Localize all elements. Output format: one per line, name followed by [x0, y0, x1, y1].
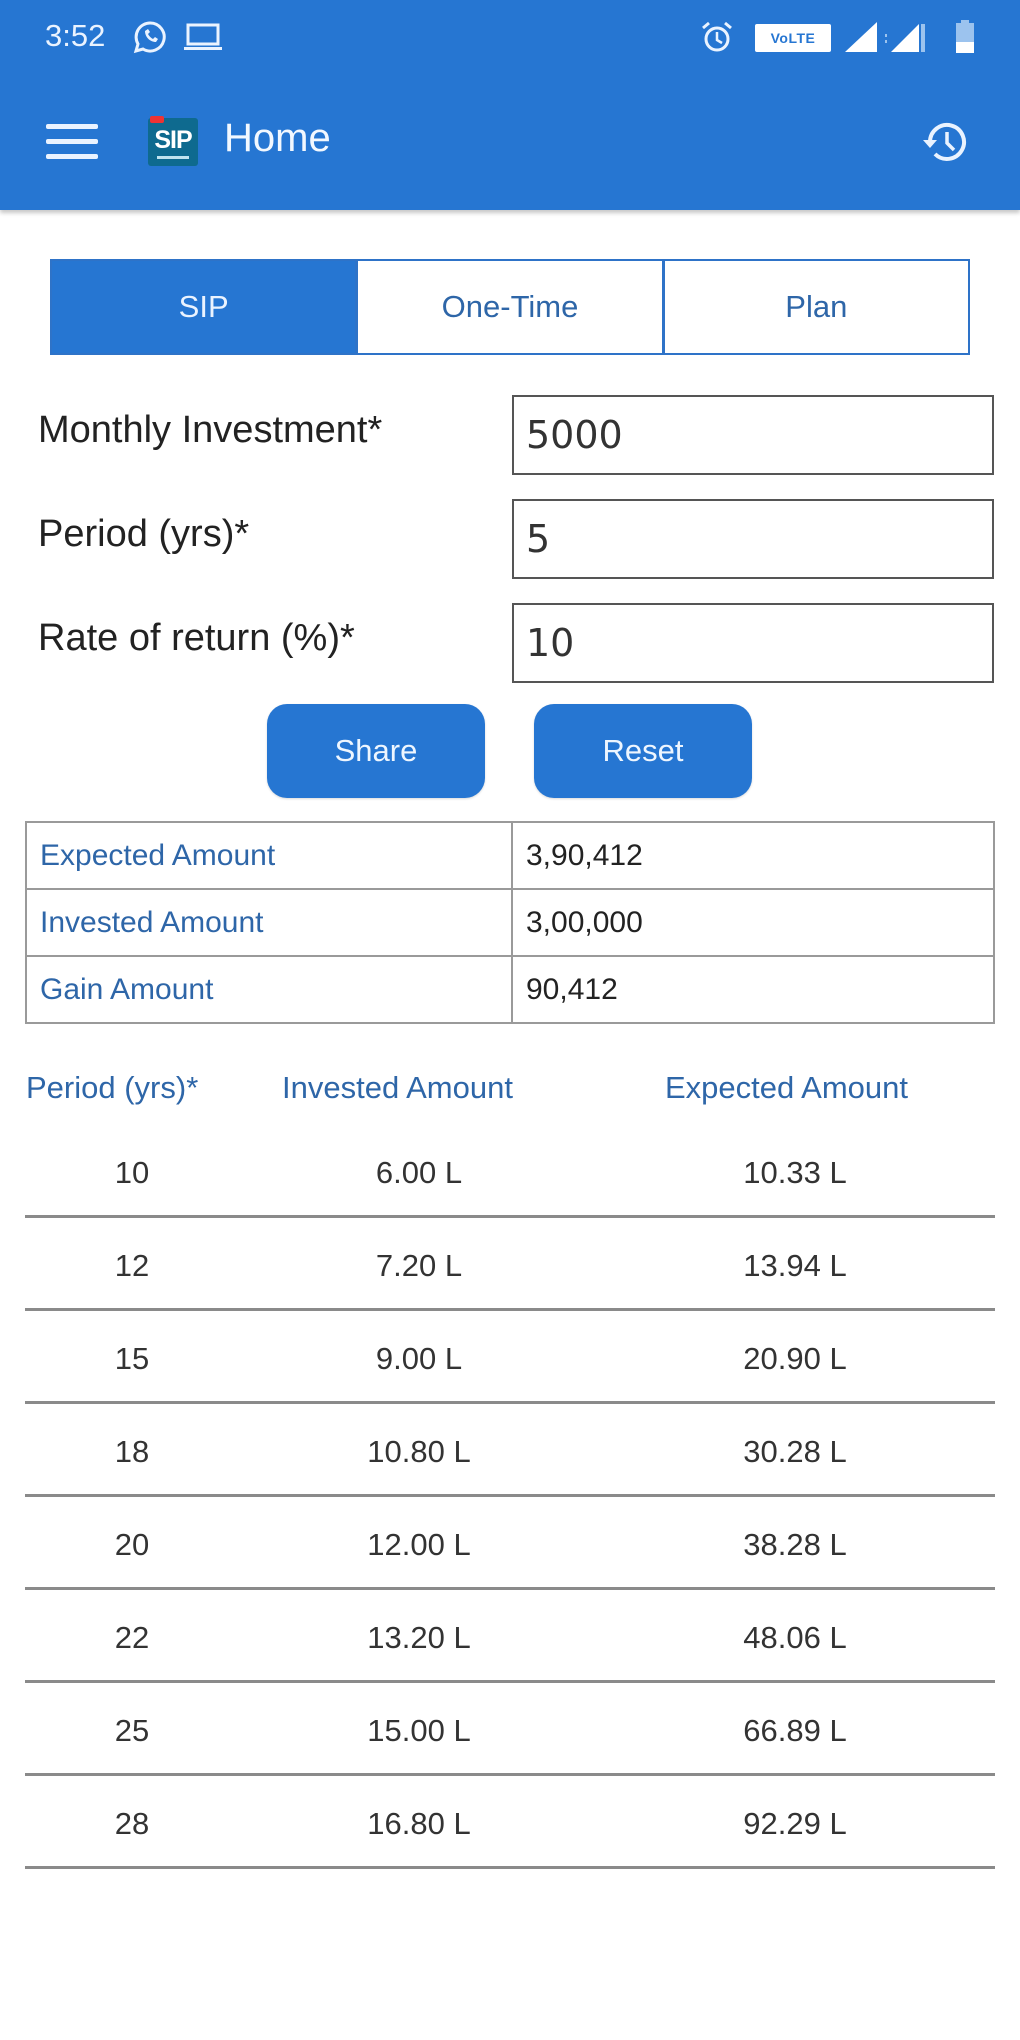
- summary-row-expected: Expected Amount 3,90,412: [25, 821, 995, 890]
- monthly-investment-row: Monthly Investment*: [38, 395, 998, 475]
- table-row: 20 12.00 L 38.28 L: [25, 1497, 995, 1590]
- expected-cell: 66.89 L: [743, 1713, 847, 1748]
- invested-cell: 10.80 L: [367, 1434, 471, 1469]
- tab-one-time[interactable]: One-Time: [355, 261, 662, 353]
- whatsapp-icon: [133, 21, 166, 54]
- clipped-table-row: [25, 1900, 995, 1922]
- status-bar: 3:52 VoLTE: [0, 0, 1020, 76]
- volte-badge: VoLTE: [755, 24, 831, 52]
- period-cell: 22: [114, 1620, 150, 1655]
- invested-cell: 9.00 L: [375, 1341, 463, 1376]
- period-input[interactable]: [512, 499, 994, 579]
- expected-cell: 20.90 L: [743, 1341, 847, 1376]
- alarm-icon: [702, 21, 732, 52]
- rate-row: Rate of return (%)*: [38, 603, 998, 683]
- projection-table: 10 6.00 L 10.33 L 12 7.20 L 13.94 L 15 9.00 L 20…: [25, 1125, 995, 1869]
- period-cell: 15: [114, 1341, 150, 1376]
- summary-label: Invested Amount: [25, 888, 513, 957]
- summary-value: 90,412: [511, 955, 995, 1024]
- tab-plan[interactable]: Plan: [661, 261, 968, 353]
- table-row: 28 16.80 L 92.29 L: [25, 1776, 995, 1869]
- header-expected: Expected Amount: [665, 1070, 908, 1105]
- expected-cell: 13.94 L: [743, 1248, 847, 1283]
- period-cell: 20: [114, 1527, 150, 1562]
- history-icon[interactable]: [920, 116, 972, 168]
- invested-cell: 16.80 L: [367, 1806, 471, 1841]
- summary-row-gain: Gain Amount 90,412: [25, 955, 995, 1024]
- expected-cell: 38.28 L: [743, 1527, 847, 1562]
- table-row: 18 10.80 L 30.28 L: [25, 1404, 995, 1497]
- expected-cell: 30.28 L: [743, 1434, 847, 1469]
- status-time: 3:52: [45, 18, 106, 53]
- table-row: 25 15.00 L 66.89 L: [25, 1683, 995, 1776]
- summary-value: 3,00,000: [511, 888, 995, 957]
- invested-cell: 12.00 L: [367, 1527, 471, 1562]
- table-row: 10 6.00 L 10.33 L: [25, 1125, 995, 1218]
- period-cell: 10: [114, 1155, 150, 1190]
- period-label: Period (yrs)*: [38, 513, 250, 555]
- laptop-icon: [184, 23, 222, 50]
- page-title: Home: [224, 116, 331, 160]
- invested-cell: 7.20 L: [375, 1248, 463, 1283]
- battery-icon: [956, 20, 974, 53]
- invested-cell: 6.00 L: [375, 1155, 463, 1190]
- summary-label: Gain Amount: [25, 955, 513, 1024]
- monthly-investment-input[interactable]: [512, 395, 994, 475]
- calculator-type-tabs: SIP One-Time Plan: [50, 259, 970, 355]
- app-logo: SIP: [148, 116, 198, 166]
- table-row: 15 9.00 L 20.90 L: [25, 1311, 995, 1404]
- period-cell: 18: [114, 1434, 150, 1469]
- reset-button[interactable]: Reset: [534, 704, 752, 798]
- signal-4g-icon: [885, 24, 925, 52]
- app-bar: 3:52 VoLTE SIP Home: [0, 0, 1020, 210]
- expected-cell: 48.06 L: [743, 1620, 847, 1655]
- table-row: 12 7.20 L 13.94 L: [25, 1218, 995, 1311]
- period-cell: 28: [114, 1806, 150, 1841]
- table-row: 22 13.20 L 48.06 L: [25, 1590, 995, 1683]
- period-row: Period (yrs)*: [38, 499, 998, 579]
- summary-label: Expected Amount: [25, 821, 513, 890]
- summary-row-invested: Invested Amount 3,00,000: [25, 888, 995, 957]
- invested-cell: 15.00 L: [367, 1713, 471, 1748]
- tab-sip[interactable]: SIP: [52, 261, 356, 353]
- invested-cell: 13.20 L: [367, 1620, 471, 1655]
- period-cell: 25: [114, 1713, 150, 1748]
- summary-table: Expected Amount 3,90,412 Invested Amount…: [25, 821, 995, 1024]
- share-button[interactable]: Share: [267, 704, 485, 798]
- rate-input[interactable]: [512, 603, 994, 683]
- expected-cell: 92.29 L: [743, 1806, 847, 1841]
- header-period: Period (yrs)*: [26, 1070, 199, 1105]
- rate-label: Rate of return (%)*: [38, 617, 355, 659]
- signal-icon: [845, 22, 877, 52]
- summary-value: 3,90,412: [511, 821, 995, 890]
- monthly-investment-label: Monthly Investment*: [38, 409, 383, 451]
- projection-header: Period (yrs)* Invested Amount Expected A…: [0, 1070, 1020, 1120]
- period-cell: 12: [114, 1248, 150, 1283]
- expected-cell: 10.33 L: [743, 1155, 847, 1190]
- hamburger-menu-icon[interactable]: [46, 120, 100, 162]
- header-invested: Invested Amount: [282, 1070, 513, 1105]
